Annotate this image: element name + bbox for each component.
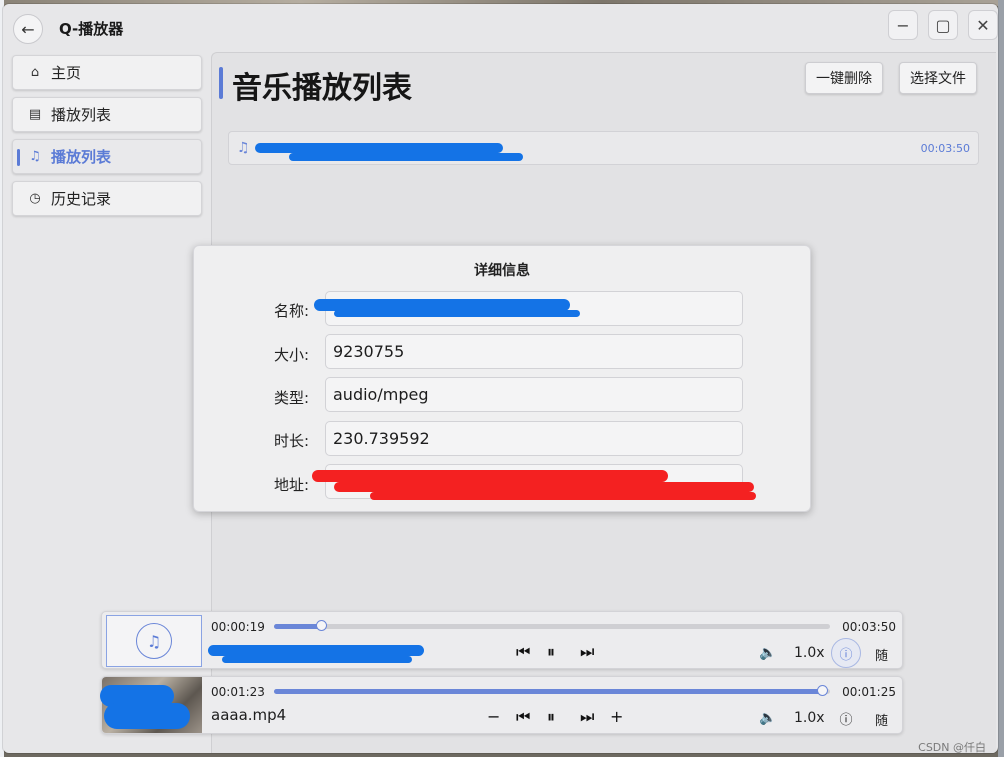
plus-button[interactable]: + — [610, 707, 623, 726]
app-window: ← Q-播放器 − ▢ ✕ ⌂ 主页 ▤ 播放列表 ♫ 播放列表 ◷ 历史记录 … — [3, 4, 998, 753]
redaction-mark — [289, 153, 523, 161]
redaction-mark — [312, 470, 668, 482]
minimize-button[interactable]: − — [888, 10, 918, 40]
total-time: 00:01:25 — [842, 685, 896, 699]
redaction-mark — [370, 492, 756, 500]
size-field[interactable]: 9230755 — [325, 334, 743, 369]
shuffle-button[interactable]: 随 — [875, 710, 888, 729]
field-label-name: 名称: — [274, 302, 310, 320]
back-button[interactable]: ← — [13, 14, 43, 44]
sidebar-item-label: 播放列表 — [51, 106, 112, 124]
next-button[interactable]: ⏭ — [580, 642, 594, 662]
next-button[interactable]: ⏭ — [580, 707, 594, 727]
sidebar-item-history[interactable]: ◷ 历史记录 — [12, 181, 202, 216]
previous-button[interactable]: ⏮ — [516, 642, 530, 662]
pause-button[interactable]: ⏸ — [547, 642, 555, 662]
progress-handle[interactable] — [816, 685, 828, 696]
field-label-type: 类型: — [274, 389, 310, 407]
sidebar-item-music-playlist[interactable]: ♫ 播放列表 — [12, 139, 202, 174]
progress-handle[interactable] — [316, 620, 328, 631]
sidebar-item-playlist[interactable]: ▤ 播放列表 — [12, 97, 202, 132]
home-icon: ⌂ — [30, 65, 40, 80]
progress-bar[interactable] — [274, 685, 830, 696]
sidebar-item-home[interactable]: ⌂ 主页 — [12, 55, 202, 90]
file-name: aaaa.mp4 — [211, 706, 287, 724]
window-title: Q-播放器 — [59, 20, 124, 38]
playlist-icon: ▤ — [28, 107, 42, 122]
sidebar-item-label: 主页 — [51, 64, 82, 82]
volume-icon[interactable]: 🔈 — [759, 710, 776, 726]
dialog-title: 详细信息 — [474, 263, 530, 279]
clock-icon: ◷ — [29, 191, 41, 206]
music-note-icon: ♫ — [136, 623, 172, 659]
info-icon: ⓘ — [839, 712, 853, 728]
arrow-left-icon: ← — [21, 19, 35, 39]
info-button[interactable]: ⓘ — [831, 638, 861, 668]
sidebar-item-label: 播放列表 — [51, 148, 112, 166]
delete-all-button[interactable]: 一键删除 — [805, 62, 883, 94]
redaction-mark — [208, 645, 424, 656]
info-button[interactable]: ⓘ — [831, 703, 861, 733]
audio-cover: ♫ — [106, 615, 202, 667]
redaction-mark — [255, 143, 503, 153]
current-time: 00:00:19 — [211, 620, 265, 634]
minus-button[interactable]: − — [487, 707, 500, 726]
sidebar-item-label: 历史记录 — [51, 190, 112, 208]
speed-button[interactable]: 1.0x — [794, 710, 825, 726]
music-note-icon: ♫ — [237, 140, 250, 156]
duration-field[interactable]: 230.739592 — [325, 421, 743, 456]
progress-fill — [274, 689, 822, 694]
list-item[interactable]: ♫ 00:03:50 — [228, 131, 979, 165]
track-duration: 00:03:50 — [920, 142, 970, 155]
speed-button[interactable]: 1.0x — [794, 645, 825, 661]
previous-button[interactable]: ⏮ — [516, 707, 530, 727]
pause-button[interactable]: ⏸ — [547, 707, 555, 727]
maximize-icon: ▢ — [935, 15, 951, 35]
maximize-button[interactable]: ▢ — [928, 10, 958, 40]
redaction-mark — [334, 310, 580, 317]
watermark: CSDN @仟白 — [918, 741, 986, 753]
type-field[interactable]: audio/mpeg — [325, 377, 743, 412]
desktop-edge — [998, 0, 1004, 757]
page-title: 音乐播放列表 — [232, 71, 412, 106]
field-label-duration: 时长: — [274, 432, 310, 450]
choose-file-button[interactable]: 选择文件 — [899, 62, 977, 94]
video-player: 00:01:23 00:01:25 aaaa.mp4 − ⏮ ⏸ ⏭ + 🔈 1… — [100, 676, 903, 734]
redaction-mark — [104, 703, 190, 729]
redaction-mark — [222, 656, 412, 663]
field-label-size: 大小: — [274, 346, 310, 364]
close-icon: ✕ — [976, 15, 990, 35]
current-time: 00:01:23 — [211, 685, 265, 699]
progress-fill — [274, 624, 322, 629]
volume-icon[interactable]: 🔈 — [759, 645, 776, 661]
minimize-icon: − — [896, 15, 910, 35]
close-button[interactable]: ✕ — [968, 10, 998, 40]
progress-bar[interactable] — [274, 620, 830, 631]
audio-player: ♫ 00:00:19 00:03:50 ⏮ ⏸ ⏭ 🔈 1.0x ⓘ 随 — [101, 611, 903, 669]
shuffle-button[interactable]: 随 — [875, 645, 888, 664]
total-time: 00:03:50 — [842, 620, 896, 634]
music-list-icon: ♫ — [29, 149, 41, 164]
title-accent-bar — [219, 67, 223, 99]
redaction-mark — [334, 482, 754, 492]
details-dialog: 详细信息 名称: 大小: 9230755 类型: audio/mpeg 时长: … — [193, 245, 811, 512]
info-icon: ⓘ — [839, 647, 853, 663]
